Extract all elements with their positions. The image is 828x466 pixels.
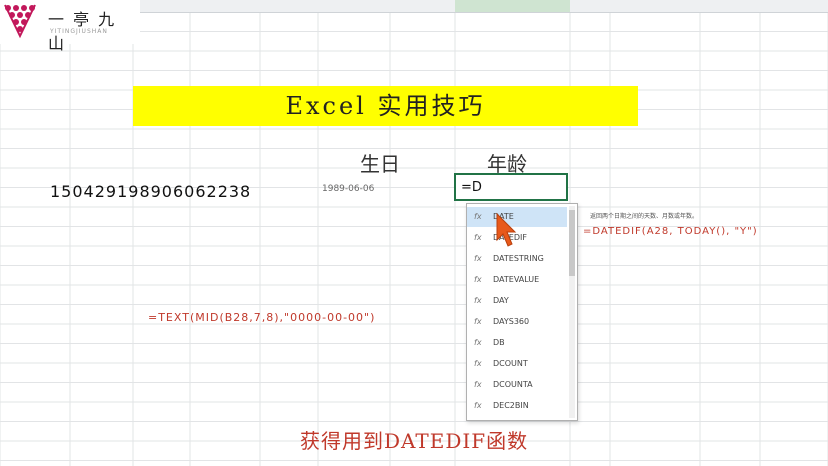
function-icon: fx	[474, 380, 482, 389]
autocomplete-item-label: DAY	[493, 296, 509, 305]
function-icon: fx	[474, 296, 482, 305]
id-number-cell[interactable]: 150429198906062238	[50, 182, 251, 201]
logo-subtext: YITINGJIUSHAN	[50, 28, 108, 35]
autocomplete-item-label: DEC2BIN	[493, 401, 529, 410]
autocomplete-item[interactable]: fx DEC2BIN	[467, 396, 567, 416]
autocomplete-item[interactable]: fx DATEVALUE	[467, 270, 567, 290]
function-icon: fx	[474, 317, 482, 326]
autocomplete-item-label: DCOUNTA	[493, 380, 533, 389]
autocomplete-item-label: DB	[493, 338, 505, 347]
scrollbar-thumb[interactable]	[569, 210, 575, 276]
channel-logo: 一 亭 九 山 YITINGJIUSHAN	[0, 0, 140, 53]
text-mid-formula-annotation: =TEXT(MID(B28,7,8),"0000-00-00")	[148, 311, 376, 324]
function-icon: fx	[474, 254, 482, 263]
autocomplete-item-label: DAYS360	[493, 317, 530, 326]
autocomplete-item[interactable]: fx DATEDIF	[467, 228, 567, 248]
function-icon: fx	[474, 338, 482, 347]
function-icon: fx	[474, 401, 482, 410]
autocomplete-item[interactable]: fx DCOUNTA	[467, 375, 567, 395]
birthday-header[interactable]: 生日	[360, 148, 400, 177]
autocomplete-item[interactable]: fx DAY	[467, 291, 567, 311]
title-cell[interactable]: Excel 实用技巧	[133, 86, 638, 126]
autocomplete-item[interactable]: fx DB	[467, 333, 567, 353]
function-icon: fx	[474, 275, 482, 284]
birthday-cell[interactable]: 1989-06-06	[322, 184, 374, 194]
datedif-formula-annotation: =DATEDIF(A28, TODAY(), "Y")	[583, 226, 758, 237]
function-tooltip: 返回两个日期之间的天数、月数或年数。	[590, 213, 699, 220]
function-autocomplete-list[interactable]: fx DATE fx DATEDIF fx DATESTRING fx DATEVALUE fx…	[466, 203, 578, 421]
autocomplete-item-label: DATESTRING	[493, 254, 544, 263]
selected-column-header[interactable]	[455, 0, 570, 12]
logo-mark-icon	[4, 4, 36, 39]
autocomplete-item[interactable]: fx DCOUNT	[467, 354, 567, 374]
function-icon: fx	[474, 212, 482, 221]
age-cell-active[interactable]: =D	[454, 173, 568, 201]
page-title: Excel 实用技巧	[285, 92, 486, 120]
autocomplete-scrollbar[interactable]	[569, 206, 575, 418]
autocomplete-item-label: DCOUNT	[493, 359, 528, 368]
function-icon: fx	[474, 359, 482, 368]
mouse-pointer-icon	[496, 212, 517, 247]
autocomplete-item-label: DATEVALUE	[493, 275, 540, 284]
autocomplete-item[interactable]: fx DATE	[467, 207, 567, 227]
cell-input-text[interactable]: =D	[461, 180, 482, 195]
autocomplete-item[interactable]: fx DATESTRING	[467, 249, 567, 269]
function-icon: fx	[474, 233, 482, 242]
autocomplete-item[interactable]: fx DAYS360	[467, 312, 567, 332]
video-caption: 获得用到DATEDIF函数	[300, 429, 529, 453]
